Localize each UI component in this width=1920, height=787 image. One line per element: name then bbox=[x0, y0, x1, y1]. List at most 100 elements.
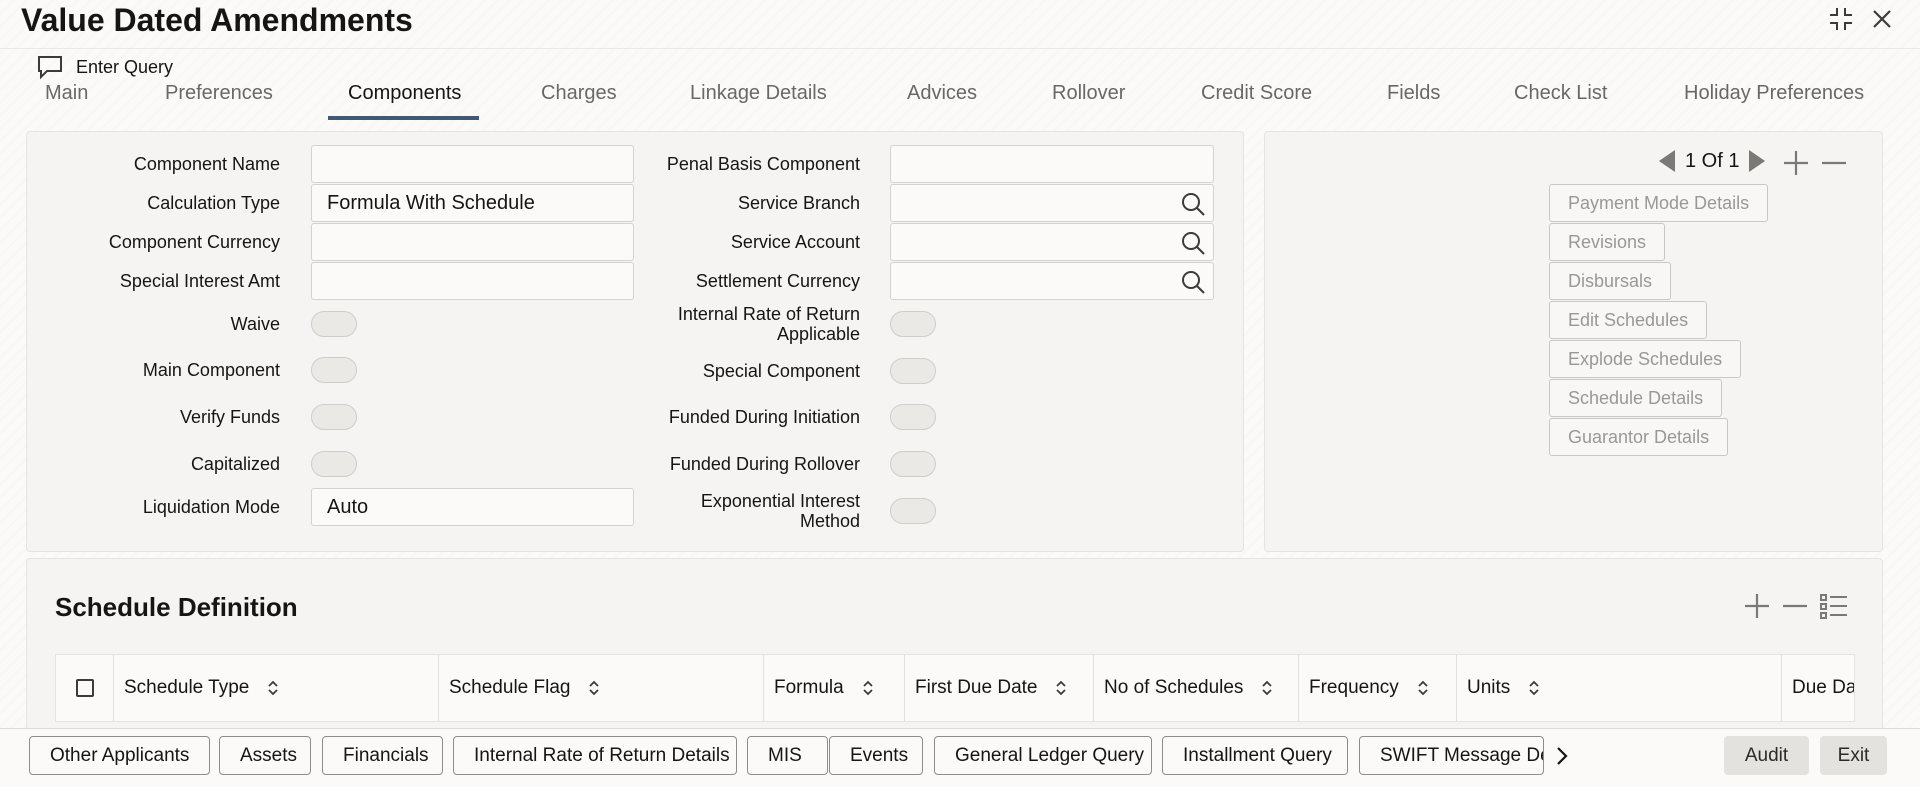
col-frequency[interactable]: Frequency bbox=[1299, 655, 1457, 721]
explode-schedules-button[interactable]: Explode Schedules bbox=[1549, 340, 1742, 378]
select-all-checkbox[interactable] bbox=[76, 679, 94, 697]
exponential-interest-toggle[interactable] bbox=[890, 498, 936, 524]
tab-charges[interactable]: Charges bbox=[541, 82, 617, 105]
tab-preferences[interactable]: Preferences bbox=[165, 82, 273, 105]
verify-funds-toggle[interactable] bbox=[311, 404, 357, 430]
swift-message-details-button[interactable]: SWIFT Message Det bbox=[1359, 736, 1544, 775]
component-currency-field[interactable] bbox=[311, 223, 634, 261]
col-units-label: Units bbox=[1467, 677, 1511, 698]
assets-button[interactable]: Assets bbox=[219, 736, 311, 775]
schedule-definition-title: Schedule Definition bbox=[55, 592, 298, 622]
penal-basis-component-field[interactable] bbox=[890, 145, 1214, 183]
search-icon[interactable] bbox=[1179, 268, 1207, 296]
sort-icon[interactable] bbox=[1415, 678, 1431, 698]
financials-button[interactable]: Financials bbox=[322, 736, 443, 775]
tab-rollover[interactable]: Rollover bbox=[1052, 82, 1125, 105]
remove-icon[interactable] bbox=[1818, 147, 1850, 179]
col-frequency-label: Frequency bbox=[1309, 677, 1399, 698]
funded-during-initiation-toggle[interactable] bbox=[890, 404, 936, 430]
gl-query-button[interactable]: General Ledger Query bbox=[934, 736, 1152, 775]
tab-linkage-details[interactable]: Linkage Details bbox=[690, 82, 827, 105]
irr-applicable-toggle[interactable] bbox=[890, 311, 936, 337]
col-formula[interactable]: Formula bbox=[764, 655, 905, 721]
search-icon[interactable] bbox=[1179, 229, 1207, 257]
enter-query-button[interactable]: Enter Query bbox=[36, 54, 173, 80]
funded-during-rollover-label: Funded During Rollover bbox=[669, 454, 860, 474]
tab-check-list[interactable]: Check List bbox=[1514, 82, 1607, 105]
sort-icon[interactable] bbox=[1259, 678, 1275, 698]
previous-record-icon[interactable] bbox=[1655, 148, 1679, 174]
col-first-due-date[interactable]: First Due Date bbox=[905, 655, 1094, 721]
col-schedule-flag[interactable]: Schedule Flag bbox=[439, 655, 764, 721]
tab-main[interactable]: Main bbox=[45, 82, 88, 105]
add-row-icon[interactable] bbox=[1741, 590, 1773, 622]
window-title: Value Dated Amendments bbox=[21, 2, 413, 38]
settlement-currency-field[interactable] bbox=[890, 262, 1214, 300]
disbursals-button[interactable]: Disbursals bbox=[1549, 262, 1672, 300]
penal-basis-component-label: Penal Basis Component bbox=[666, 154, 860, 174]
liquidation-mode-label: Liquidation Mode bbox=[142, 497, 280, 517]
col-schedule-flag-label: Schedule Flag bbox=[449, 677, 571, 698]
events-button[interactable]: Events bbox=[829, 736, 923, 775]
sort-icon[interactable] bbox=[586, 678, 602, 698]
next-record-icon[interactable] bbox=[1745, 148, 1769, 174]
schedule-details-button[interactable]: Schedule Details bbox=[1549, 379, 1723, 417]
service-account-field[interactable] bbox=[890, 223, 1214, 261]
tab-holiday-preferences[interactable]: Holiday Preferences bbox=[1684, 82, 1864, 105]
select-all-cell bbox=[56, 655, 114, 721]
service-branch-field[interactable] bbox=[890, 184, 1214, 222]
tab-fields[interactable]: Fields bbox=[1387, 82, 1440, 105]
revisions-button[interactable]: Revisions bbox=[1549, 223, 1666, 261]
component-name-label: Component Name bbox=[133, 154, 280, 174]
main-component-label: Main Component bbox=[142, 360, 280, 380]
list-view-icon[interactable] bbox=[1818, 590, 1850, 622]
tab-components[interactable]: Components bbox=[348, 82, 461, 105]
special-component-toggle[interactable] bbox=[890, 358, 936, 384]
waive-toggle[interactable] bbox=[311, 311, 357, 337]
exponential-interest-label-line1: Exponential Interest bbox=[700, 491, 860, 511]
liquidation-mode-select[interactable]: Auto bbox=[311, 488, 634, 526]
irr-details-button[interactable]: Internal Rate of Return Details bbox=[453, 736, 737, 775]
close-icon[interactable] bbox=[1867, 4, 1897, 34]
irr-applicable-label-line2: Applicable bbox=[776, 324, 860, 344]
add-icon[interactable] bbox=[1780, 147, 1812, 179]
sort-icon[interactable] bbox=[1526, 678, 1542, 698]
restore-window-icon[interactable] bbox=[1826, 4, 1856, 34]
sort-icon[interactable] bbox=[1053, 678, 1069, 698]
payment-mode-details-button[interactable]: Payment Mode Details bbox=[1549, 184, 1769, 222]
audit-button[interactable]: Audit bbox=[1724, 736, 1809, 775]
col-schedule-type[interactable]: Schedule Type bbox=[114, 655, 439, 721]
sort-icon[interactable] bbox=[265, 678, 281, 698]
schedule-table-header: Schedule Type Schedule Flag Formula Firs… bbox=[55, 654, 1855, 722]
col-formula-label: Formula bbox=[774, 677, 844, 698]
tab-advices[interactable]: Advices bbox=[907, 82, 977, 105]
guarantor-details-button[interactable]: Guarantor Details bbox=[1549, 418, 1729, 456]
funded-during-initiation-label: Funded During Initiation bbox=[668, 407, 860, 427]
edit-schedules-button[interactable]: Edit Schedules bbox=[1549, 301, 1708, 339]
component-name-field[interactable] bbox=[311, 145, 634, 183]
capitalized-label: Capitalized bbox=[190, 454, 280, 474]
main-component-toggle[interactable] bbox=[311, 357, 357, 383]
tab-credit-score[interactable]: Credit Score bbox=[1201, 82, 1312, 105]
col-first-due-date-label: First Due Date bbox=[915, 677, 1038, 698]
chevron-right-icon[interactable] bbox=[1551, 745, 1573, 767]
special-interest-amt-field[interactable] bbox=[311, 262, 634, 300]
col-due-date[interactable]: Due Da bbox=[1782, 655, 1854, 721]
search-icon[interactable] bbox=[1179, 190, 1207, 218]
col-no-of-schedules[interactable]: No of Schedules bbox=[1094, 655, 1299, 721]
col-units[interactable]: Units bbox=[1457, 655, 1782, 721]
active-tab-indicator bbox=[328, 116, 479, 120]
tab-bar: Main Preferences Components Charges Link… bbox=[0, 78, 1920, 120]
funded-during-rollover-toggle[interactable] bbox=[890, 451, 936, 477]
installment-query-button[interactable]: Installment Query bbox=[1162, 736, 1348, 775]
sort-icon[interactable] bbox=[860, 678, 876, 698]
exit-button[interactable]: Exit bbox=[1820, 736, 1887, 775]
calculation-type-field[interactable]: Formula With Schedule bbox=[311, 184, 634, 222]
col-no-of-schedules-label: No of Schedules bbox=[1104, 677, 1244, 698]
mis-button[interactable]: MIS bbox=[747, 736, 828, 775]
remove-row-icon[interactable] bbox=[1779, 590, 1811, 622]
comment-icon bbox=[38, 56, 62, 80]
capitalized-toggle[interactable] bbox=[311, 451, 357, 477]
other-applicants-button[interactable]: Other Applicants bbox=[29, 736, 210, 775]
irr-applicable-label-line1: Internal Rate of Return bbox=[677, 304, 860, 324]
